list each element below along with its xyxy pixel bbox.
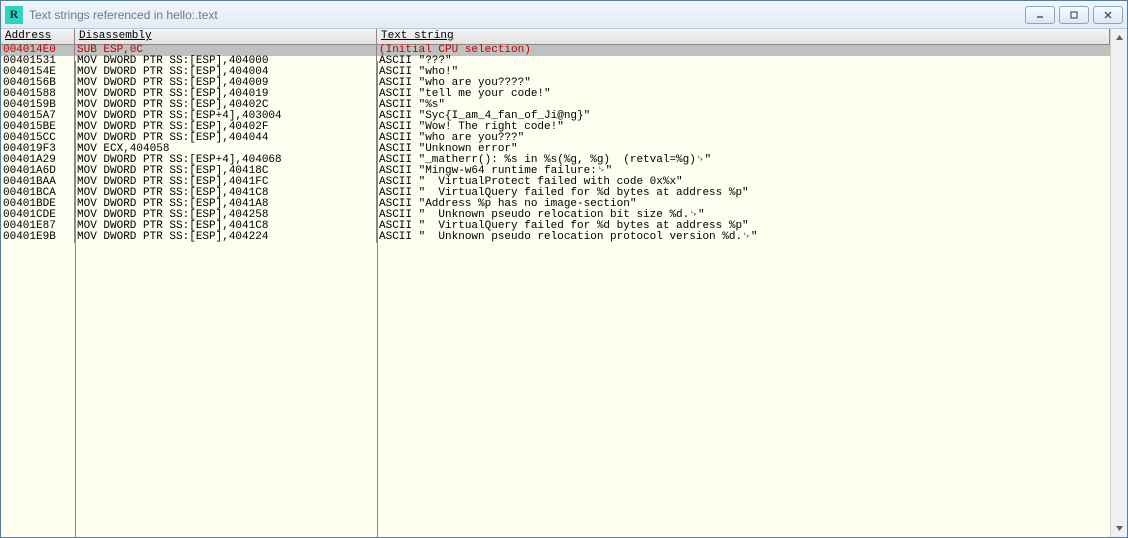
window-title: Text strings referenced in hello:.text	[29, 8, 1019, 22]
column-separator[interactable]	[75, 61, 76, 537]
cell-text-string: ASCII "tell me your code!"	[377, 89, 1110, 100]
titlebar[interactable]: R Text strings referenced in hello:.text	[1, 1, 1127, 29]
column-header-text-string[interactable]: Text string	[377, 29, 1110, 44]
cell-disassembly: MOV DWORD PTR SS:[ESP],404224	[75, 232, 377, 243]
cell-text-string: ASCII "???"	[377, 56, 1110, 67]
window-controls	[1025, 6, 1123, 24]
cell-address: 00401E9B	[1, 232, 75, 243]
table-body[interactable]: 004014E0SUB ESP,0C(Initial CPU selection…	[1, 45, 1110, 537]
column-header-address[interactable]: Address	[1, 29, 75, 44]
cell-text-string: ASCII " Unknown pseudo relocation protoc…	[377, 232, 1110, 243]
column-separator[interactable]	[377, 61, 378, 537]
cell-text-string: (Initial CPU selection)	[377, 45, 1110, 56]
strings-table[interactable]: Address Disassembly Text string 004014E0…	[1, 29, 1110, 537]
scroll-down-arrow-icon[interactable]	[1113, 522, 1126, 535]
scroll-up-arrow-icon[interactable]	[1113, 31, 1126, 44]
vertical-scrollbar[interactable]	[1110, 29, 1127, 537]
minimize-button[interactable]	[1025, 6, 1055, 24]
window-frame: R Text strings referenced in hello:.text…	[0, 0, 1128, 538]
column-header-disassembly[interactable]: Disassembly	[75, 29, 377, 44]
app-icon: R	[5, 6, 23, 24]
maximize-button[interactable]	[1059, 6, 1089, 24]
content-area: Address Disassembly Text string 004014E0…	[1, 29, 1127, 537]
table-row[interactable]: 00401E9BMOV DWORD PTR SS:[ESP],404224ASC…	[1, 232, 1110, 243]
close-button[interactable]	[1093, 6, 1123, 24]
table-header[interactable]: Address Disassembly Text string	[1, 29, 1110, 45]
